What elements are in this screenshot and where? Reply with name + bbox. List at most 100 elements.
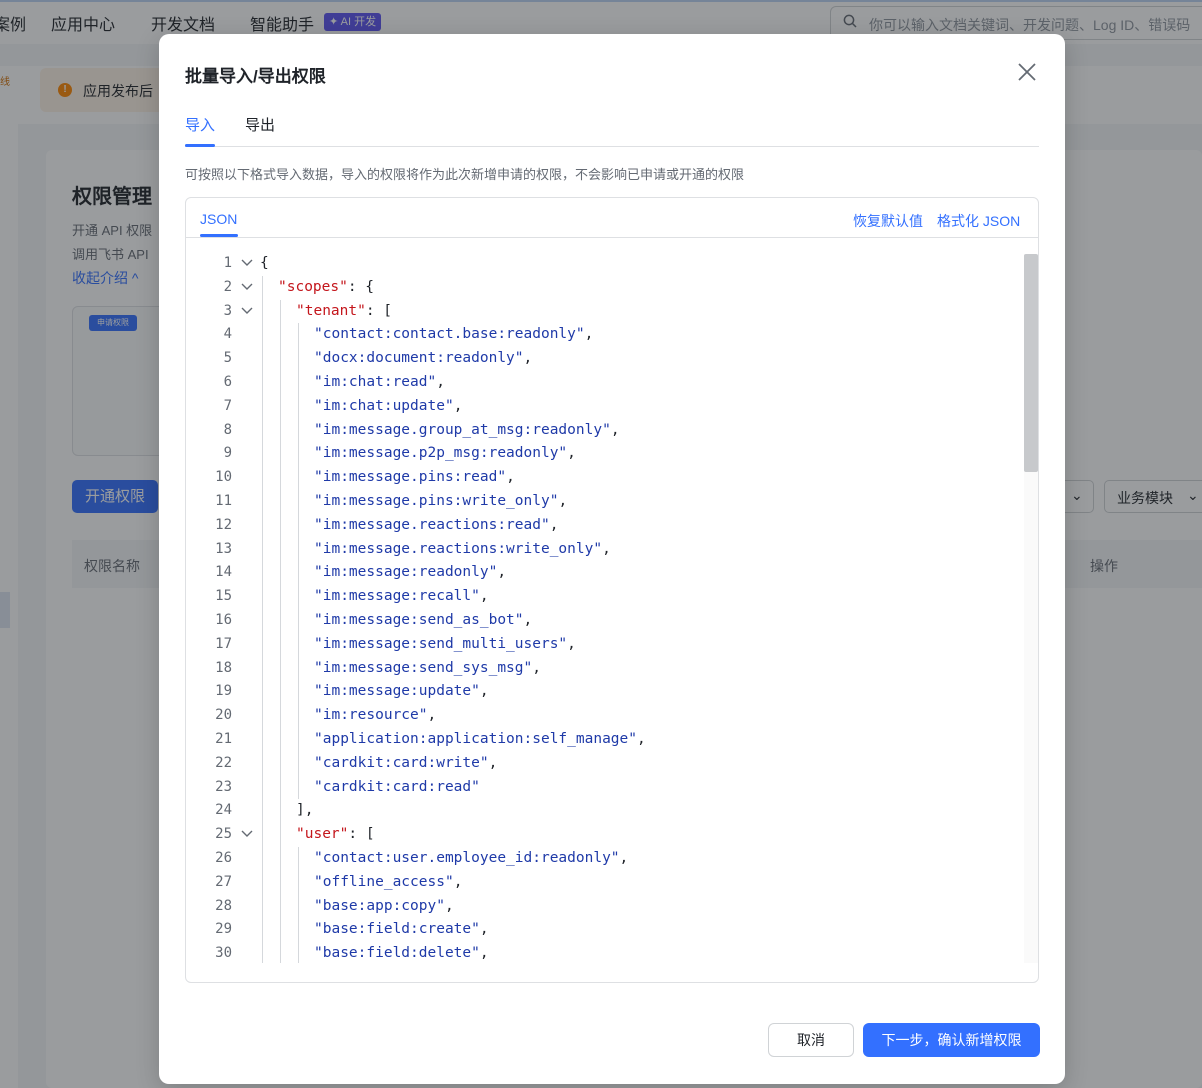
chevron-down-icon[interactable] [241,259,253,267]
code-text: "offline_access", [314,873,463,890]
code-text: "im:message:recall", [314,588,489,605]
code-line: 27 "offline_access", [186,871,1026,895]
line-number: 9 [223,445,232,462]
indent-guide [262,275,263,963]
code-text: "base:app:copy", [314,897,454,914]
line-number: 23 [215,778,232,795]
cancel-button[interactable]: 取消 [768,1023,854,1057]
line-number: 3 [223,302,232,319]
code-text: "user": [ [296,826,375,843]
code-line: 16 "im:message:send_as_bot", [186,609,1026,633]
code-text: "application:application:self_manage", [314,731,646,747]
line-number: 18 [215,659,232,676]
line-number: 13 [215,540,232,557]
code-text: "cardkit:card:read" [314,778,480,795]
code-text: "im:message:update", [314,683,489,700]
code-text: "scopes": { [278,278,375,295]
line-number: 10 [215,469,232,486]
line-number: 29 [215,921,232,938]
line-number: 16 [215,612,232,628]
code-line: 13 "im:message.reactions:write_only", [186,538,1026,562]
code-line: 30 "base:field:delete", [186,942,1026,963]
code-text: "im:resource", [314,707,437,724]
tabs-divider [185,146,1039,147]
code-line: 7 "im:chat:update", [186,395,1026,419]
tab-import[interactable]: 导入 [185,114,215,135]
indent-guide [298,323,299,800]
code-line: 14 "im:message:readonly", [186,561,1026,585]
json-tab-indicator [200,234,238,237]
code-line: 17 "im:message:send_multi_users", [186,633,1026,657]
code-text: "contact:user.employee_id:readonly", [314,850,629,866]
code-line: 19 "im:message:update", [186,680,1026,704]
code-line: 21 "application:application:self_manage", [186,728,1026,752]
chevron-down-icon[interactable] [241,307,253,315]
code-line: 4 "contact:contact.base:readonly", [186,323,1026,347]
line-number: 1 [223,255,232,271]
code-area[interactable]: 1{2 "scopes": {3 "tenant": [4 "contact:cont… [186,238,1038,963]
close-icon[interactable] [1015,60,1039,84]
line-number: 25 [215,826,232,843]
line-number: 8 [223,421,232,438]
line-number: 27 [215,873,232,890]
code-line: 28 "base:app:copy", [186,895,1026,919]
code-line: 2 "scopes": { [186,276,1026,300]
line-number: 14 [215,564,232,581]
next-confirm-button[interactable]: 下一步，确认新增权限 [863,1023,1040,1057]
line-number: 24 [215,802,232,819]
code-line: 15 "im:message:recall", [186,585,1026,609]
import-hint: 可按照以下格式导入数据，导入的权限将作为此次新增申请的权限，不会影响已申请或开通… [185,167,745,182]
indent-guide [280,299,281,963]
chevron-down-icon[interactable] [241,283,253,291]
chevron-down-icon[interactable] [241,830,253,838]
editor-header: JSON 恢复默认值 格式化 JSON [186,198,1038,238]
code-line: 10 "im:message.pins:read", [186,466,1026,490]
code-text: "im:message:send_sys_msg", [314,659,541,676]
code-text: "cardkit:card:write", [314,754,498,771]
line-number: 4 [223,326,232,343]
format-json-button[interactable]: 格式化 JSON [937,211,1020,231]
active-tab-indicator [185,144,215,147]
line-number: 21 [215,731,232,747]
line-number: 20 [215,707,232,724]
restore-default-button[interactable]: 恢复默认值 [853,211,923,231]
code-text: "im:message:send_as_bot", [314,612,533,628]
line-number: 26 [215,850,232,866]
line-number: 22 [215,754,232,771]
code-text: "im:message:send_multi_users", [314,635,576,652]
line-number: 30 [215,945,232,962]
code-text: "im:message.reactions:read", [314,516,559,533]
line-number: 5 [223,350,232,367]
code-text: "im:message.pins:read", [314,469,515,486]
code-text: ], [296,802,314,819]
line-number: 17 [215,635,232,652]
code-line: 20 "im:resource", [186,704,1026,728]
code-line: 11 "im:message.pins:write_only", [186,490,1026,514]
code-text: "im:chat:update", [314,397,463,414]
code-line: 25 "user": [ [186,823,1026,847]
code-line: 23 "cardkit:card:read" [186,776,1026,800]
code-line: 24], [186,799,1026,823]
code-line: 6 "im:chat:read", [186,371,1026,395]
tab-export[interactable]: 导出 [245,114,275,135]
line-number: 7 [223,397,232,414]
code-line: 29 "base:field:create", [186,918,1026,942]
tab-json[interactable]: JSON [200,211,237,227]
code-line: 18 "im:message:send_sys_msg", [186,657,1026,681]
scrollbar-thumb[interactable] [1024,254,1038,472]
line-number: 6 [223,374,232,390]
indent-guide [298,847,299,963]
code-text: "im:message.p2p_msg:readonly", [314,445,576,462]
code-line: 22 "cardkit:card:write", [186,752,1026,776]
code-line: 1{ [186,252,1026,276]
code-text: "docx:document:readonly", [314,350,533,367]
line-number: 15 [215,588,232,605]
batch-import-export-modal: 批量导入/导出权限 导入 导出 可按照以下格式导入数据，导入的权限将作为此次新增… [159,34,1065,1084]
code-text: "im:message.pins:write_only", [314,493,568,509]
code-text: "contact:contact.base:readonly", [314,326,594,343]
code-text: { [260,255,269,271]
code-line: 12 "im:message.reactions:read", [186,514,1026,538]
code-text: "base:field:create", [314,921,489,938]
line-number: 11 [215,493,232,509]
code-line: 26 "contact:user.employee_id:readonly", [186,847,1026,871]
